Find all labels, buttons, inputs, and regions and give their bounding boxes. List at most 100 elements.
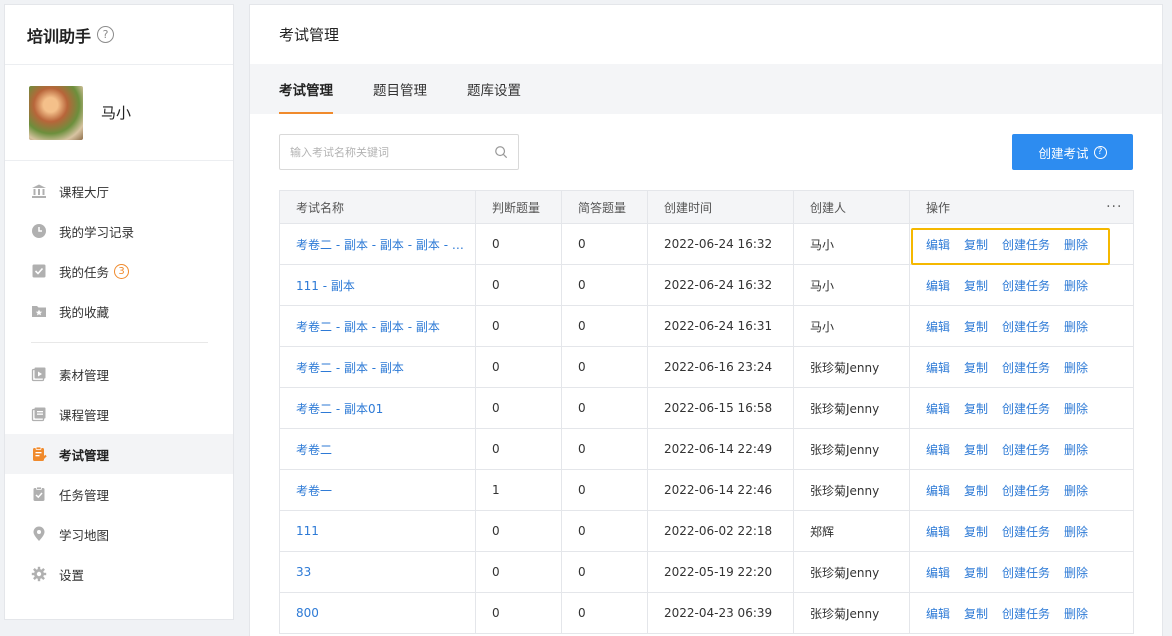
copy-link[interactable]: 复制 xyxy=(964,484,988,498)
sidebar-nav: 课程大厅 我的学习记录 我的任务 3 我的收藏素材管理 课程管理 考试管理任务管理学习地图设… xyxy=(5,161,233,594)
create-task-link[interactable]: 创建任务 xyxy=(1002,361,1050,375)
row-actions: 编辑 复制 创建任务 删除 xyxy=(909,305,1134,347)
table-row: 考卷二 - 副本 - 副本 0 0 2022-06-16 23:24 张珍菊Jenny 编… xyxy=(279,346,1134,388)
sidebar-item-media[interactable]: 素材管理 xyxy=(5,354,233,394)
row-actions: 编辑 复制 创建任务 删除 xyxy=(909,510,1134,552)
sidebar-item-gear[interactable]: 设置 xyxy=(5,554,233,594)
search-icon[interactable] xyxy=(494,145,508,159)
edit-link[interactable]: 编辑 xyxy=(926,402,950,416)
table-row: 考卷一 1 0 2022-06-14 22:46 张珍菊Jenny 编辑 复制 创建任务 删除 xyxy=(279,469,1134,511)
tab-0[interactable]: 考试管理 xyxy=(279,64,333,114)
table-row: 800 0 0 2022-04-23 06:39 张珍菊Jenny 编辑 复制 创建任务 删除 xyxy=(279,592,1134,634)
delete-link[interactable]: 删除 xyxy=(1064,320,1088,334)
judge-count: 0 xyxy=(475,510,562,552)
create-task-link[interactable]: 创建任务 xyxy=(1002,566,1050,580)
edit-link[interactable]: 编辑 xyxy=(926,279,950,293)
row-actions: 编辑 复制 创建任务 删除 xyxy=(909,551,1134,593)
more-options-icon[interactable]: ··· xyxy=(1095,190,1134,224)
exam-name-link[interactable]: 考卷二 - 副本 - 副本 - 副本 - 副本 xyxy=(279,223,476,265)
avatar[interactable] xyxy=(29,85,83,140)
edit-link[interactable]: 编辑 xyxy=(926,443,950,457)
search-input[interactable] xyxy=(290,145,494,159)
create-exam-button[interactable]: 创建考试 ? xyxy=(1012,134,1133,170)
edit-link[interactable]: 编辑 xyxy=(926,484,950,498)
copy-link[interactable]: 复制 xyxy=(964,525,988,539)
user-profile[interactable]: 马小 xyxy=(5,65,233,161)
col-created-time: 创建时间 xyxy=(647,190,794,224)
help-icon[interactable]: ? xyxy=(97,26,115,43)
create-task-link[interactable]: 创建任务 xyxy=(1002,320,1050,334)
sidebar-header: 培训助手 ? xyxy=(5,5,233,65)
tab-1[interactable]: 题目管理 xyxy=(373,64,427,114)
copy-link[interactable]: 复制 xyxy=(964,607,988,621)
sidebar-item-bank[interactable]: 课程大厅 xyxy=(5,171,233,211)
short-count: 0 xyxy=(561,592,648,634)
sidebar-item-label: 我的任务 xyxy=(59,264,110,280)
judge-count: 0 xyxy=(475,592,562,634)
short-count: 0 xyxy=(561,387,648,429)
copy-link[interactable]: 复制 xyxy=(964,443,988,457)
creator-name: 马小 xyxy=(793,223,910,265)
delete-link[interactable]: 删除 xyxy=(1064,484,1088,498)
create-task-link[interactable]: 创建任务 xyxy=(1002,525,1050,539)
tab-2[interactable]: 题库设置 xyxy=(467,64,521,114)
edit-link[interactable]: 编辑 xyxy=(926,607,950,621)
table-header: 考试名称 判断题量 简答题量 创建时间 创建人 操作 ··· xyxy=(279,190,1134,224)
copy-link[interactable]: 复制 xyxy=(964,566,988,580)
sidebar-item-check-square[interactable]: 我的任务 3 xyxy=(5,251,233,291)
sidebar-item-map-pin[interactable]: 学习地图 xyxy=(5,514,233,554)
create-task-link[interactable]: 创建任务 xyxy=(1002,607,1050,621)
row-actions: 编辑 复制 创建任务 删除 xyxy=(909,469,1134,511)
exam-name-link[interactable]: 考卷二 - 副本 - 副本 xyxy=(279,346,476,388)
edit-link[interactable]: 编辑 xyxy=(926,320,950,334)
edit-link[interactable]: 编辑 xyxy=(926,566,950,580)
exam-name-link[interactable]: 33 xyxy=(279,551,476,593)
table-row: 考卷二 - 副本01 0 0 2022-06-15 16:58 张珍菊Jenny 编辑 复制… xyxy=(279,387,1134,429)
creator-name: 张珍菊Jenny xyxy=(793,428,910,470)
delete-link[interactable]: 删除 xyxy=(1064,525,1088,539)
sidebar-item-clock[interactable]: 我的学习记录 xyxy=(5,211,233,251)
create-task-link[interactable]: 创建任务 xyxy=(1002,279,1050,293)
sidebar-item-clipboard-check[interactable]: 任务管理 xyxy=(5,474,233,514)
delete-link[interactable]: 删除 xyxy=(1064,402,1088,416)
sidebar-item-star-folder[interactable]: 我的收藏 xyxy=(5,291,233,331)
copy-link[interactable]: 复制 xyxy=(964,402,988,416)
exam-name-link[interactable]: 考卷二 - 副本 - 副本 - 副本 xyxy=(279,305,476,347)
delete-link[interactable]: 删除 xyxy=(1064,607,1088,621)
copy-link[interactable]: 复制 xyxy=(964,279,988,293)
exam-name-link[interactable]: 111 xyxy=(279,510,476,552)
bank-icon xyxy=(31,183,47,199)
edit-link[interactable]: 编辑 xyxy=(926,238,950,252)
exam-name-link[interactable]: 考卷二 xyxy=(279,428,476,470)
create-task-link[interactable]: 创建任务 xyxy=(1002,443,1050,457)
create-task-link[interactable]: 创建任务 xyxy=(1002,238,1050,252)
exam-icon xyxy=(31,446,47,462)
judge-count: 0 xyxy=(475,346,562,388)
clock-icon xyxy=(31,223,47,239)
edit-link[interactable]: 编辑 xyxy=(926,525,950,539)
created-time: 2022-06-24 16:31 xyxy=(647,305,794,347)
exam-name-link[interactable]: 111 - 副本 xyxy=(279,264,476,306)
sidebar-item-label: 任务管理 xyxy=(59,487,110,503)
row-actions: 编辑 复制 创建任务 删除 xyxy=(909,592,1134,634)
exam-name-link[interactable]: 考卷二 - 副本01 xyxy=(279,387,476,429)
page-title: 考试管理 xyxy=(279,26,340,44)
delete-link[interactable]: 删除 xyxy=(1064,279,1088,293)
delete-link[interactable]: 删除 xyxy=(1064,238,1088,252)
exam-name-link[interactable]: 800 xyxy=(279,592,476,634)
copy-link[interactable]: 复制 xyxy=(964,361,988,375)
copy-link[interactable]: 复制 xyxy=(964,238,988,252)
delete-link[interactable]: 删除 xyxy=(1064,443,1088,457)
create-task-link[interactable]: 创建任务 xyxy=(1002,402,1050,416)
copy-link[interactable]: 复制 xyxy=(964,320,988,334)
clipboard-check-icon xyxy=(31,486,47,502)
edit-link[interactable]: 编辑 xyxy=(926,361,950,375)
sidebar-item-course[interactable]: 课程管理 xyxy=(5,394,233,434)
delete-link[interactable]: 删除 xyxy=(1064,361,1088,375)
create-task-link[interactable]: 创建任务 xyxy=(1002,484,1050,498)
exam-name-link[interactable]: 考卷一 xyxy=(279,469,476,511)
search-box[interactable] xyxy=(279,134,519,170)
delete-link[interactable]: 删除 xyxy=(1064,566,1088,580)
row-actions: 编辑 复制 创建任务 删除 xyxy=(909,346,1134,388)
sidebar-item-exam[interactable]: 考试管理 xyxy=(5,434,233,474)
